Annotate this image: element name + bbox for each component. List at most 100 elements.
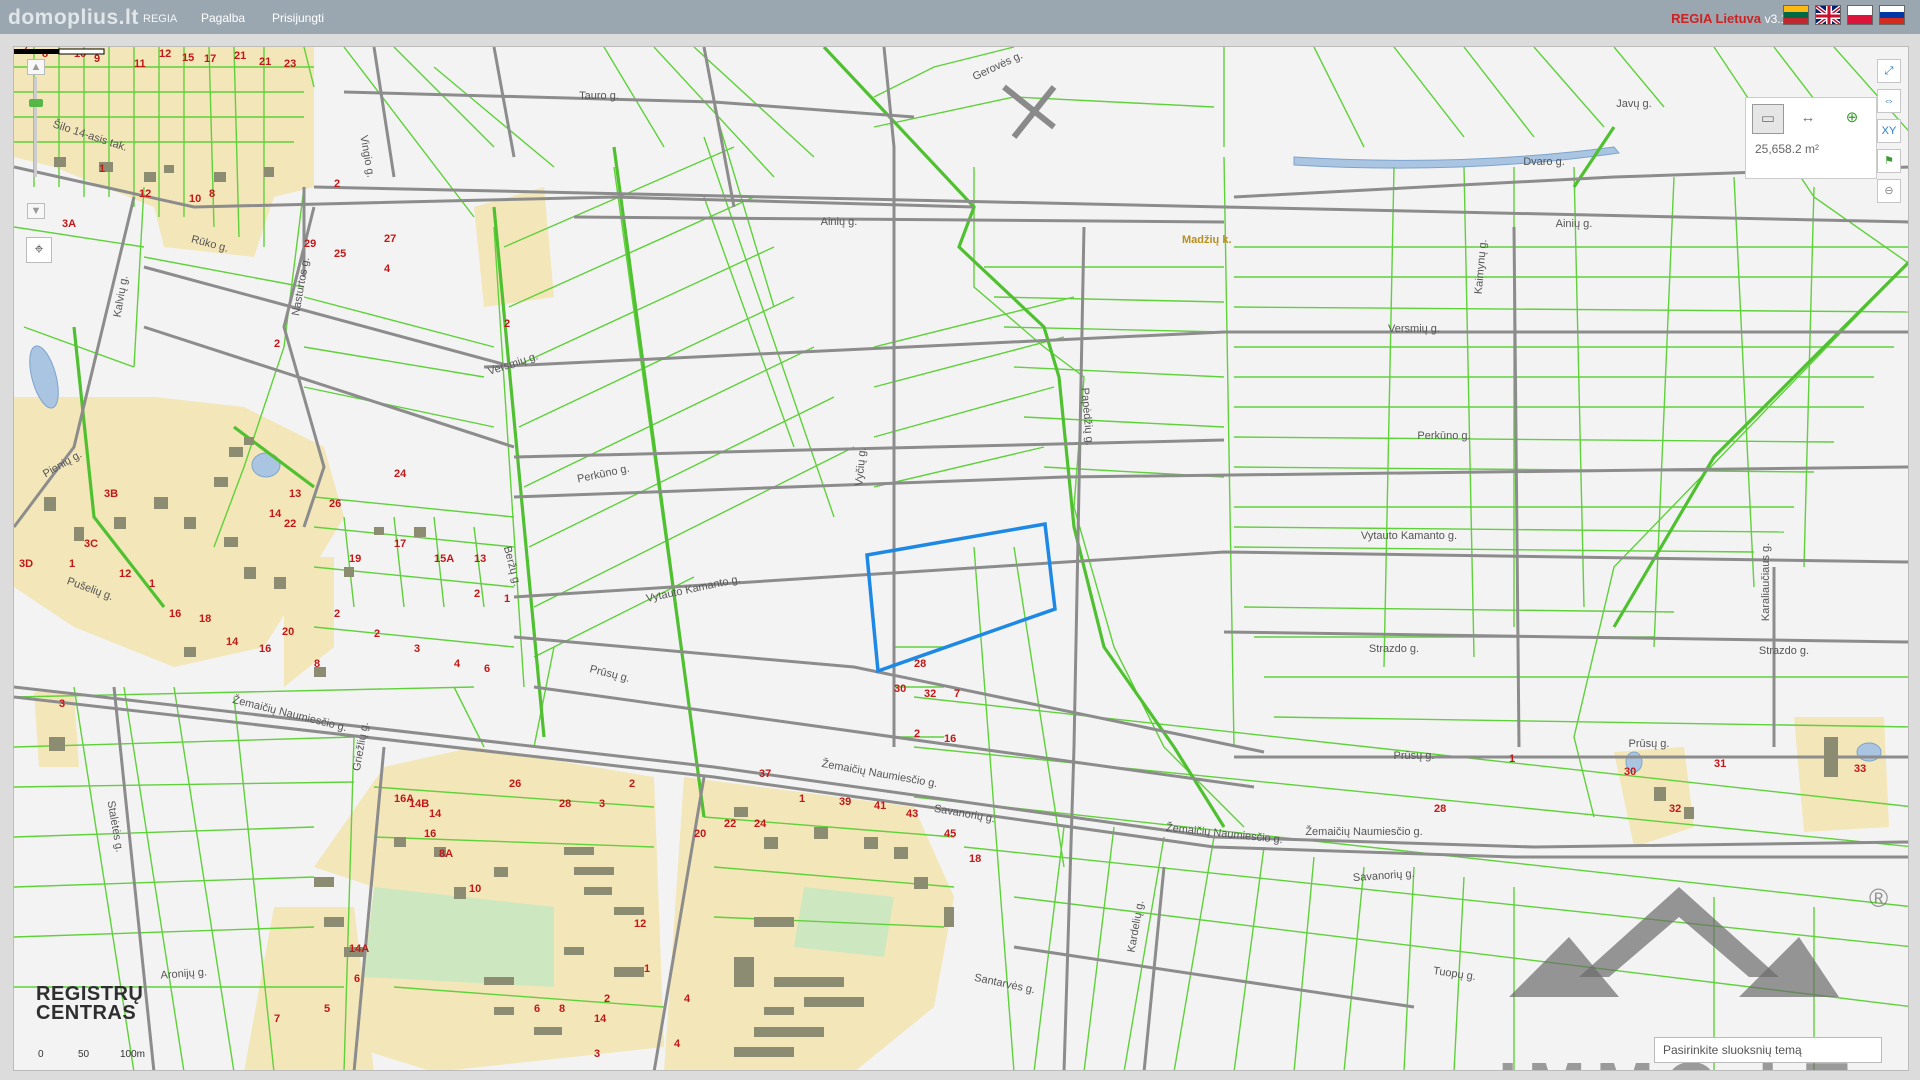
street-label: Vytauto Kamanto g. <box>1361 530 1457 542</box>
house-number: 37 <box>759 768 771 780</box>
scale-tick-100: 100m <box>120 1049 146 1060</box>
house-number: 4 <box>674 1038 681 1050</box>
help-link[interactable]: Pagalba <box>201 11 245 25</box>
measure-area-icon[interactable]: ▭ <box>1752 104 1784 134</box>
house-number: 24 <box>394 468 407 480</box>
street-label: Gerovės g. <box>971 49 1025 83</box>
house-number: 28 <box>559 798 571 810</box>
ru-flag-icon[interactable] <box>1879 5 1905 25</box>
fullscreen-icon[interactable]: ⤢ <box>1877 59 1901 83</box>
street-label: Versmių g. <box>1388 323 1440 335</box>
house-number: 2 <box>604 993 610 1005</box>
house-number: 2 <box>914 728 920 740</box>
house-number: 1 <box>99 163 105 175</box>
house-number: 1 <box>504 593 510 605</box>
house-number: 28 <box>914 658 926 670</box>
house-number: 16 <box>259 643 271 655</box>
house-number: 30 <box>894 683 906 695</box>
house-number: 14 <box>594 1013 607 1025</box>
house-number: 12 <box>119 568 131 580</box>
street-label: Dvaro g. <box>1523 156 1565 168</box>
top-bar: domoplius.lt REGIA Pagalba Prisijungti R… <box>0 0 1920 34</box>
house-number: 29 <box>304 238 316 250</box>
house-number: 3C <box>84 538 98 550</box>
measure-clear-icon[interactable]: ⊕ <box>1836 104 1868 134</box>
house-number: 1 <box>644 963 650 975</box>
house-number: 13 <box>289 488 301 500</box>
place-label: Madžių k. <box>1182 234 1232 246</box>
street-label: Tuopų g. <box>1432 965 1476 983</box>
house-number: 15 <box>182 52 194 64</box>
lt-flag-icon[interactable] <box>1783 5 1809 25</box>
house-number: 19 <box>349 553 361 565</box>
house-number: 39 <box>839 796 851 808</box>
layer-theme-select[interactable]: Pasirinkite sluoksnių temą <box>1654 1037 1882 1063</box>
house-number: 12 <box>634 918 646 930</box>
street-label: Aronijų g. <box>160 966 207 981</box>
house-number: 2 <box>474 588 480 600</box>
zoom-in-button[interactable]: ▲ <box>27 59 45 75</box>
house-number: 3 <box>594 1048 600 1060</box>
zoom-track[interactable] <box>34 77 37 177</box>
house-number: 2 <box>504 318 510 330</box>
locate-icon[interactable]: ⌖ <box>26 237 52 263</box>
house-number: 22 <box>284 518 296 530</box>
street-label: Vingio g. <box>357 134 376 178</box>
street-label: Žemaičių Naumiesčio g. <box>1305 825 1422 838</box>
house-number: 1 <box>69 558 75 570</box>
street-label: Perkūno g. <box>576 463 631 486</box>
house-number: 12 <box>139 188 151 200</box>
measure-panel: ▭ ↔ ⊕ 25,658.2 m² <box>1745 97 1877 179</box>
coordinates-icon[interactable]: XY <box>1877 119 1901 143</box>
link-icon[interactable]: ⊖ <box>1877 179 1901 203</box>
map-canvas[interactable]: Tauro g. Vingio g. Gerovės g. Javų g. Dvaro … <box>13 46 1909 1071</box>
major-boundaries <box>72 47 1908 828</box>
house-number: 45 <box>944 828 956 840</box>
en-flag-icon[interactable] <box>1815 5 1841 25</box>
flag-marker-icon[interactable]: ⚑ <box>1877 149 1901 173</box>
house-number: 26 <box>329 498 341 510</box>
house-number: 26 <box>509 778 521 790</box>
house-number: 30 <box>1624 766 1636 778</box>
zoom-out-button[interactable]: ▼ <box>27 203 45 219</box>
house-number: 3 <box>59 698 65 710</box>
house-number: 1 <box>799 793 805 805</box>
domoplius-logo: domoplius.lt <box>8 6 139 29</box>
area-readout: 25,658.2 m² <box>1755 142 1820 156</box>
street-label: Ainių g. <box>1556 218 1593 230</box>
login-link[interactable]: Prisijungti <box>272 11 324 25</box>
house-number: 11 <box>134 58 146 70</box>
street-label: Savanorių g. <box>1353 868 1415 884</box>
house-number: 3B <box>104 488 118 500</box>
street-label: Prūsų g. <box>588 663 631 685</box>
house-number: 4 <box>454 658 461 670</box>
house-number: 43 <box>906 808 918 820</box>
street-label: Ainių g. <box>821 216 858 228</box>
pl-flag-icon[interactable] <box>1847 5 1873 25</box>
house-number: 32 <box>924 688 936 700</box>
house-number: 32 <box>1669 803 1681 815</box>
house-number: 3A <box>62 218 76 230</box>
house-number: 2 <box>334 178 340 190</box>
street-label: Santarvės g. <box>973 972 1036 997</box>
immo-logo-mark: ® <box>1509 883 1888 997</box>
house-number: 7 <box>274 1013 280 1025</box>
measure-tool-icon[interactable]: ⇔ <box>1877 89 1901 113</box>
zoom-slider-thumb[interactable] <box>29 99 43 107</box>
house-number: 4 <box>384 263 391 275</box>
measure-distance-icon[interactable]: ↔ <box>1792 104 1824 134</box>
app-name[interactable]: REGIA <box>143 13 177 25</box>
house-number: 14 <box>269 508 282 520</box>
house-number: 21 <box>234 50 246 62</box>
house-number: 16 <box>944 733 956 745</box>
house-number: 21 <box>259 56 271 68</box>
registru-centras-logo: REGISTRŲ CENTRAS <box>36 984 143 1023</box>
house-number: 16 <box>169 608 181 620</box>
house-number: 14 <box>429 808 442 820</box>
house-number: 17 <box>394 538 406 550</box>
street-label: Prūsų g. <box>1629 738 1670 750</box>
house-number: 18 <box>969 853 981 865</box>
house-number: 1 <box>149 578 155 590</box>
house-number: 13 <box>474 553 486 565</box>
street-label: Javų g. <box>1616 98 1651 110</box>
